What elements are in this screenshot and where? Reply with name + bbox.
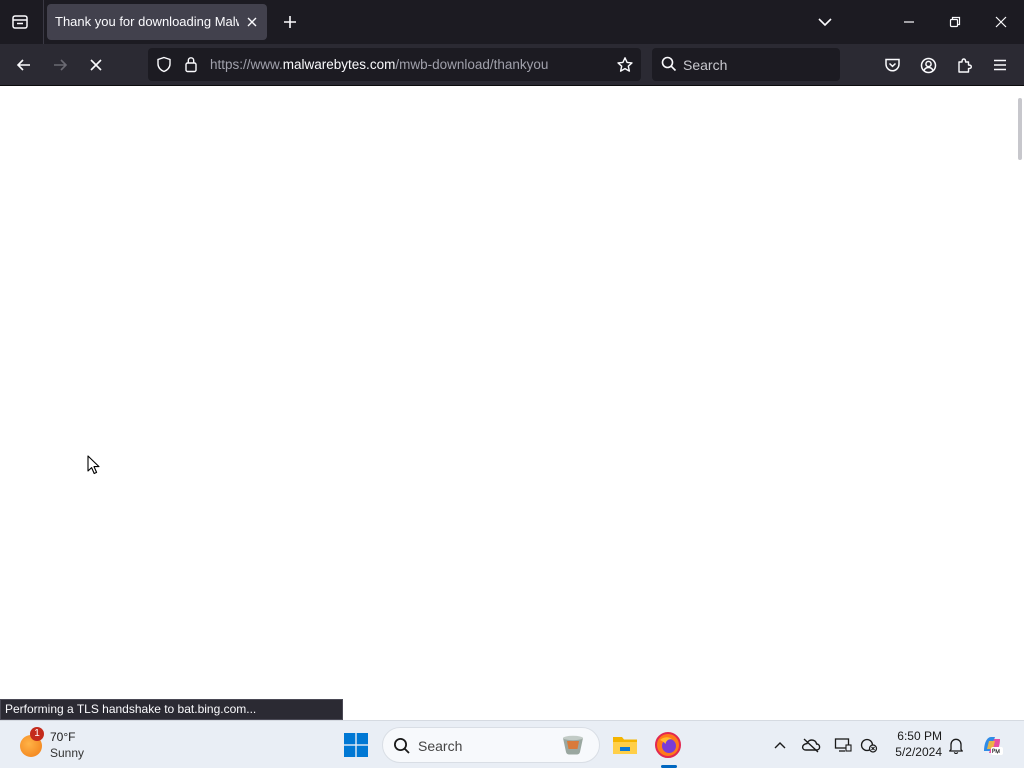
start-button[interactable] [343,732,369,758]
copilot-button[interactable] [980,733,1004,757]
file-explorer-button[interactable] [611,731,639,759]
url-domain: malwarebytes.com [282,57,396,72]
show-hidden-icons-button[interactable] [770,735,790,755]
notifications-button[interactable] [946,735,966,755]
app-menu-button[interactable] [986,51,1014,79]
stop-loading-button[interactable] [82,51,110,79]
minimize-button[interactable] [896,9,922,35]
folder-icon [613,737,637,754]
notification-badge: 1 [30,727,44,741]
display-tray-icon[interactable] [833,735,853,755]
firefox-view-icon [12,15,28,29]
pocket-icon [884,58,900,72]
forward-button[interactable] [46,51,74,79]
firefox-icon [655,732,681,758]
mouse-cursor-icon [87,455,101,475]
scrollbar-thumb[interactable] [1018,98,1022,160]
search-bar[interactable]: Search [652,48,840,81]
navigation-toolbar: https://www.malwarebytes.com/mwb-downloa… [0,44,1024,86]
url-path: /mwb-download/thankyou [395,57,549,72]
network-disconnected-icon [860,738,878,753]
close-icon [995,16,1007,28]
tab-active[interactable]: Thank you for downloading Malwa [47,4,267,40]
weather-widget[interactable]: 1 70°F Sunny [18,727,118,763]
search-icon [661,56,677,72]
hamburger-menu-icon [994,59,1006,71]
firefox-view-button[interactable] [6,8,34,36]
taskbar: 1 70°F Sunny Search 6:50 PM 5/2/2024 [0,720,1024,768]
puzzle-piece-icon [957,57,972,73]
back-button[interactable] [10,51,38,79]
system-clock[interactable]: 6:50 PM 5/2/2024 [884,728,942,760]
url-prefix: https://www. [210,57,283,72]
search-icon [393,737,411,755]
account-icon [920,57,936,73]
arrow-right-icon [54,59,68,71]
address-bar[interactable]: https://www.malwarebytes.com/mwb-downloa… [148,48,641,81]
clock-time: 6:50 PM [897,729,942,743]
bell-icon [949,738,963,754]
taskbar-search-label: Search [418,738,463,754]
taskbar-search-box[interactable]: Search [382,727,600,763]
copilot-icon [984,737,1003,755]
tab-title: Thank you for downloading Malwa [55,14,239,29]
account-button[interactable] [914,51,942,79]
window-close-button[interactable] [988,9,1014,35]
tracking-protection-shield-icon[interactable] [156,56,172,73]
stop-x-icon [90,59,102,71]
firefox-taskbar-button[interactable] [654,731,682,759]
url-text[interactable]: https://www.malwarebytes.com/mwb-downloa… [210,57,548,72]
cloud-offline-icon [801,738,821,753]
lock-icon[interactable] [184,56,198,73]
close-icon [247,17,257,27]
restore-icon [949,16,961,28]
weather-temperature: 70°F [50,730,76,744]
windows-logo-icon [344,733,368,757]
plus-icon [284,16,296,28]
chevron-down-icon [818,18,832,27]
search-highlight-icon [561,734,585,756]
tab-close-button[interactable] [243,13,261,31]
minimize-icon [904,21,914,23]
monitor-icon [834,738,852,752]
arrow-left-icon [16,59,30,71]
list-all-tabs-button[interactable] [812,9,838,35]
clock-date: 5/2/2024 [895,745,942,759]
tab-strip: Thank you for downloading Malwa [0,0,1024,44]
restore-button[interactable] [942,9,968,35]
page-content[interactable]: Performing a TLS handshake to bat.bing.c… [0,86,1024,720]
onedrive-tray-icon[interactable] [801,735,821,755]
weather-condition: Sunny [50,746,85,760]
pocket-button[interactable] [878,51,906,79]
status-panel: Performing a TLS handshake to bat.bing.c… [0,699,343,720]
tab-separator [43,0,44,44]
extensions-button[interactable] [950,51,978,79]
bookmark-star-icon[interactable] [616,56,634,74]
search-placeholder: Search [683,57,728,73]
chevron-up-icon [774,742,786,749]
new-tab-button[interactable] [277,9,303,35]
network-tray-icon[interactable] [859,735,879,755]
